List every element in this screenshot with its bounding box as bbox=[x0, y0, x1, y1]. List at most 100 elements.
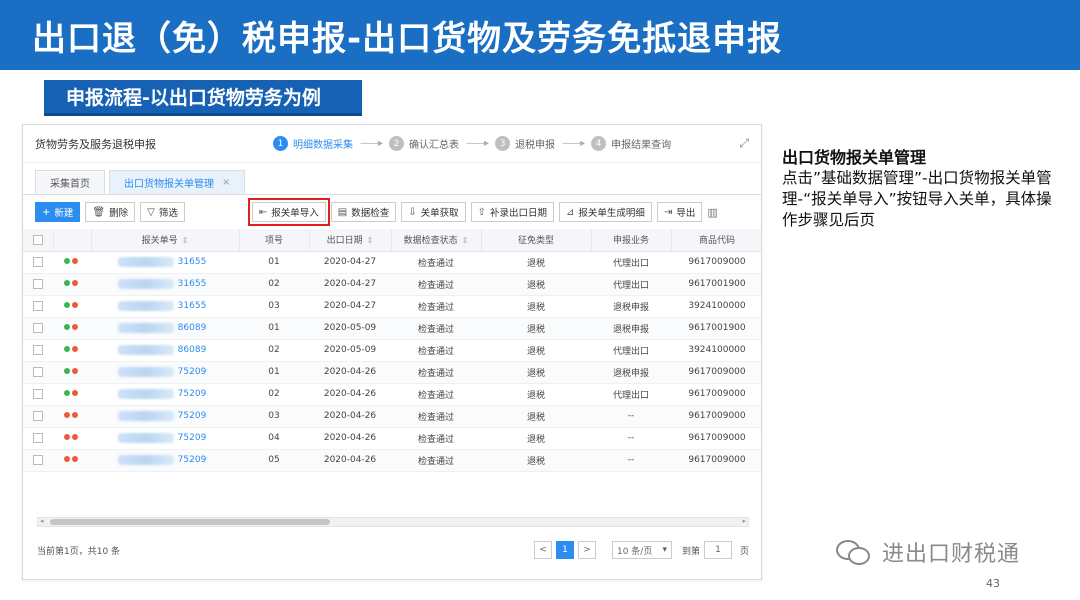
scrollbar-thumb[interactable] bbox=[50, 519, 330, 525]
check-status-cell: 检查通过 bbox=[391, 295, 481, 318]
check-status-cell: 检查通过 bbox=[391, 317, 481, 340]
table-row[interactable]: 31655 03 2020-04-27 检查通过 退税 退税申报 3924100000 bbox=[23, 295, 761, 318]
page-1-button[interactable]: 1 bbox=[555, 541, 574, 559]
item-no-cell: 04 bbox=[239, 427, 309, 450]
row-checkbox[interactable] bbox=[23, 383, 53, 406]
status-dot-icon bbox=[64, 257, 70, 264]
row-checkbox[interactable] bbox=[23, 339, 53, 362]
columns-icon[interactable]: ▥ bbox=[707, 206, 717, 219]
export-date-cell: 2020-04-26 bbox=[309, 383, 391, 406]
check-status-cell: 检查通过 bbox=[391, 449, 481, 472]
prev-page-button[interactable]: < bbox=[533, 541, 552, 559]
step-4[interactable]: 4 申报结果查询 bbox=[591, 136, 671, 151]
row-checkbox[interactable] bbox=[23, 405, 53, 428]
col-item-no: 项号 bbox=[239, 229, 310, 252]
table-row[interactable]: 86089 02 2020-05-09 检查通过 退税 代理出口 3924100000 bbox=[23, 339, 761, 362]
filter-button[interactable]: ▽ 筛选 bbox=[140, 202, 185, 222]
step-2[interactable]: 2 确认汇总表 bbox=[389, 136, 459, 151]
brand-name: 进出口财税通 bbox=[882, 542, 1021, 567]
declaration-no-cell[interactable]: 31655 bbox=[91, 251, 239, 274]
check-status-cell: 检查通过 bbox=[391, 361, 481, 384]
commodity-code-cell: 9617009000 bbox=[671, 405, 761, 428]
title-banner: 出口退（免）税申报-出口货物及劳务免抵退申报 bbox=[0, 0, 1080, 70]
page-size-select[interactable]: 10 条/页 ▾ bbox=[611, 541, 672, 559]
declaration-no-cell[interactable]: 75209 bbox=[91, 405, 239, 428]
row-checkbox[interactable] bbox=[23, 251, 53, 274]
declare-business-cell: -- bbox=[591, 427, 671, 450]
table-row[interactable]: 75209 02 2020-04-26 检查通过 退税 代理出口 9617009000 bbox=[23, 383, 761, 406]
declaration-no-cell[interactable]: 75209 bbox=[91, 383, 239, 406]
data-check-button[interactable]: ▤ 数据检查 bbox=[330, 202, 397, 222]
col-declaration-no[interactable]: 报关单号 ⇕ bbox=[91, 229, 240, 252]
levy-type-cell: 退税 bbox=[481, 405, 591, 428]
goto-page-input[interactable]: 1 bbox=[703, 541, 732, 559]
table-row[interactable]: 31655 02 2020-04-27 检查通过 退税 代理出口 9617001900 bbox=[23, 273, 761, 296]
scroll-left-icon[interactable]: ◂ bbox=[40, 517, 44, 525]
levy-type-cell: 退税 bbox=[481, 361, 591, 384]
levy-type-cell: 退税 bbox=[481, 427, 591, 450]
step-3[interactable]: 3 退税申报 bbox=[495, 136, 555, 151]
section-heading: 申报流程-以出口货物劳务为例 bbox=[44, 80, 362, 116]
download-icon: ⇩ bbox=[408, 206, 417, 218]
check-status-cell: 检查通过 bbox=[391, 405, 481, 428]
status-dots bbox=[53, 361, 91, 384]
declaration-table: 报关单号 ⇕ 项号 出口日期 ⇕ 数据检查状态 ⇕ 征免类型 申报业务 商品代码 31… bbox=[23, 229, 761, 472]
explanation-panel: 出口货物报关单管理 点击”基础数据管理”-出口货物报关单管理-“报关单导入”按钮… bbox=[782, 147, 1052, 231]
declaration-no-cell[interactable]: 75209 bbox=[91, 427, 239, 450]
close-icon[interactable]: × bbox=[222, 177, 230, 188]
table-row[interactable]: 86089 01 2020-05-09 检查通过 退税 退税申报 9617001900 bbox=[23, 317, 761, 340]
scroll-right-icon[interactable]: ▸ bbox=[742, 517, 746, 525]
goto-unit: 页 bbox=[739, 546, 749, 557]
item-no-cell: 05 bbox=[239, 449, 309, 472]
tab-customs-declaration[interactable]: 出口货物报关单管理 × bbox=[109, 170, 246, 194]
brand-watermark: 进出口财税通 bbox=[836, 536, 1020, 568]
step-indicator: 1 明细数据采集 ——▸ 2 确认汇总表 ——▸ 3 退税申报 ——▸ 4 申报… bbox=[273, 136, 671, 151]
explanation-text: 点击”基础数据管理”-出口货物报关单管理-“报关单导入”按钮导入关单，具体操作步… bbox=[782, 169, 1052, 229]
fetch-declaration-button[interactable]: ⇩ 关单获取 bbox=[401, 202, 466, 222]
row-checkbox[interactable] bbox=[23, 361, 53, 384]
levy-type-cell: 退税 bbox=[481, 251, 591, 274]
app-title: 货物劳务及服务退税申报 bbox=[35, 137, 156, 151]
row-checkbox[interactable] bbox=[23, 449, 53, 472]
row-checkbox[interactable] bbox=[23, 317, 53, 340]
row-checkbox[interactable] bbox=[23, 427, 53, 450]
generate-details-button[interactable]: ⊿ 报关单生成明细 bbox=[559, 202, 652, 222]
table-row[interactable]: 75209 04 2020-04-26 检查通过 退税 -- 9617009000 bbox=[23, 427, 761, 450]
import-declaration-button[interactable]: ⇤ 报关单导入 bbox=[247, 198, 330, 226]
export-date-cell: 2020-04-27 bbox=[309, 273, 391, 296]
declaration-no-cell[interactable]: 31655 bbox=[91, 273, 239, 296]
delete-button[interactable]: 🗑 删除 bbox=[85, 202, 136, 222]
table-row[interactable]: 75209 01 2020-04-26 检查通过 退税 退税申报 9617009000 bbox=[23, 361, 761, 384]
declaration-no-cell[interactable]: 31655 bbox=[91, 295, 239, 318]
declare-business-cell: 代理出口 bbox=[591, 273, 671, 296]
chart-icon: ⊿ bbox=[566, 206, 575, 218]
row-checkbox[interactable] bbox=[23, 295, 53, 318]
step-1[interactable]: 1 明细数据采集 bbox=[273, 136, 353, 151]
tab-collect-home[interactable]: 采集首页 bbox=[35, 170, 105, 194]
declaration-no-cell[interactable]: 75209 bbox=[91, 361, 239, 384]
col-check-status[interactable]: 数据检查状态 ⇕ bbox=[391, 229, 482, 252]
table-row[interactable]: 31655 01 2020-04-27 检查通过 退税 代理出口 9617009000 bbox=[23, 251, 761, 274]
status-dot-icon bbox=[72, 389, 78, 396]
pagination-info: 当前第1页，共10 条 bbox=[37, 546, 121, 557]
table-row[interactable]: 75209 05 2020-04-26 检查通过 退税 -- 9617009000 bbox=[23, 449, 761, 472]
declare-business-cell: 退税申报 bbox=[591, 295, 671, 318]
select-all-checkbox[interactable] bbox=[23, 229, 54, 252]
next-page-button[interactable]: > bbox=[577, 541, 596, 559]
col-export-date[interactable]: 出口日期 ⇕ bbox=[309, 229, 392, 252]
sort-icon: ⇕ bbox=[461, 236, 469, 246]
horizontal-scrollbar[interactable]: ◂ ▸ bbox=[37, 517, 749, 527]
wechat-icon bbox=[836, 538, 876, 566]
supplement-date-button[interactable]: ⇧ 补录出口日期 bbox=[470, 202, 555, 222]
export-date-cell: 2020-05-09 bbox=[309, 317, 391, 340]
col-declare-business: 申报业务 bbox=[591, 229, 672, 252]
declaration-no-cell[interactable]: 75209 bbox=[91, 449, 239, 472]
table-row[interactable]: 75209 03 2020-04-26 检查通过 退税 -- 9617009000 bbox=[23, 405, 761, 428]
declaration-no-cell[interactable]: 86089 bbox=[91, 339, 239, 362]
status-dot-icon bbox=[64, 433, 70, 440]
export-button[interactable]: ⇥ 导出 bbox=[656, 202, 703, 222]
row-checkbox[interactable] bbox=[23, 273, 53, 296]
new-button[interactable]: + 新建 bbox=[35, 202, 81, 222]
fullscreen-icon[interactable]: ⤢ bbox=[739, 136, 749, 151]
declaration-no-cell[interactable]: 86089 bbox=[91, 317, 239, 340]
